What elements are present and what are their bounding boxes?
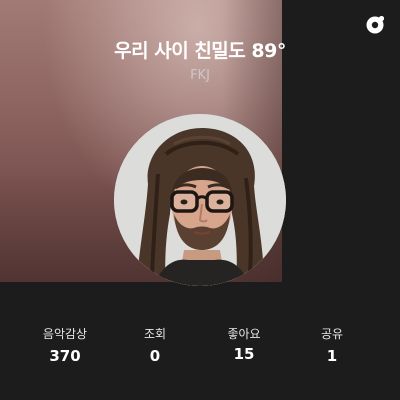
stat-listen-value: 370 <box>49 347 81 365</box>
artist-name[interactable]: FKJ <box>0 68 400 83</box>
stat-shares-label: 공유 <box>320 327 344 341</box>
stat-listen: 음악감상 370 <box>25 326 105 366</box>
stat-likes: 좋아요 15 <box>204 326 284 364</box>
artist-photo <box>114 114 286 286</box>
stat-shares: 공유 1 <box>292 326 372 366</box>
artist-avatar[interactable] <box>114 114 286 286</box>
stats-row: 음악감상 370 조회 0 좋아요 15 공유 1 <box>0 326 400 372</box>
stat-listen-label: 음악감상 <box>42 327 88 341</box>
app-logo-icon <box>366 15 385 34</box>
stat-shares-value: 1 <box>326 347 338 365</box>
intimacy-card: 우리 사이 친밀도 89° FKJ 음악감상 370 조회 0 좋아요 15 공… <box>0 0 400 400</box>
stat-likes-value: 15 <box>233 345 255 363</box>
stat-views-value: 0 <box>149 347 161 365</box>
intimacy-title: 우리 사이 친밀도 89° <box>114 40 286 62</box>
stat-views: 조회 0 <box>115 326 195 366</box>
stat-likes-label: 좋아요 <box>227 327 261 341</box>
stat-views-label: 조회 <box>143 327 167 341</box>
